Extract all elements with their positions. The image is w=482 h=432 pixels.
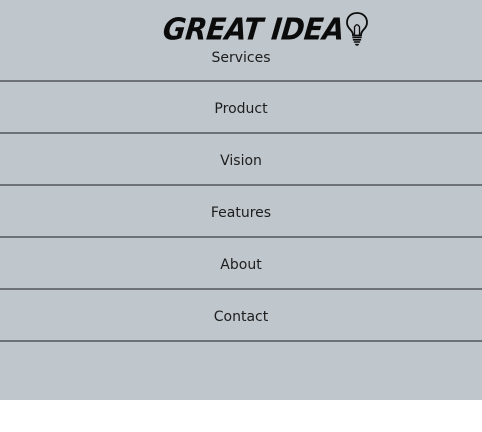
nav-item-label: Product bbox=[214, 101, 268, 117]
menu-divider bbox=[0, 132, 482, 134]
nav-item-label: Vision bbox=[220, 153, 262, 169]
menu-divider bbox=[0, 236, 482, 238]
menu-divider bbox=[0, 184, 482, 186]
nav-item-features[interactable]: Features bbox=[0, 186, 482, 238]
nav-item-about[interactable]: About bbox=[0, 238, 482, 290]
nav-item-label: Services bbox=[211, 50, 271, 66]
nav-item-contact[interactable]: Contact bbox=[0, 290, 482, 342]
menu-divider bbox=[0, 340, 482, 342]
menu-divider bbox=[0, 80, 482, 82]
nav-item-label: Features bbox=[210, 205, 272, 221]
nav-item-label: Contact bbox=[213, 309, 269, 325]
nav-item-label: About bbox=[220, 257, 262, 273]
navigation-panel: GREAT IDEA Services Product Vision Featu… bbox=[0, 0, 482, 400]
menu-divider bbox=[0, 288, 482, 290]
nav-item-product[interactable]: Product bbox=[0, 82, 482, 134]
nav-item-vision[interactable]: Vision bbox=[0, 134, 482, 186]
nav-item-services[interactable]: Services bbox=[0, 28, 482, 80]
